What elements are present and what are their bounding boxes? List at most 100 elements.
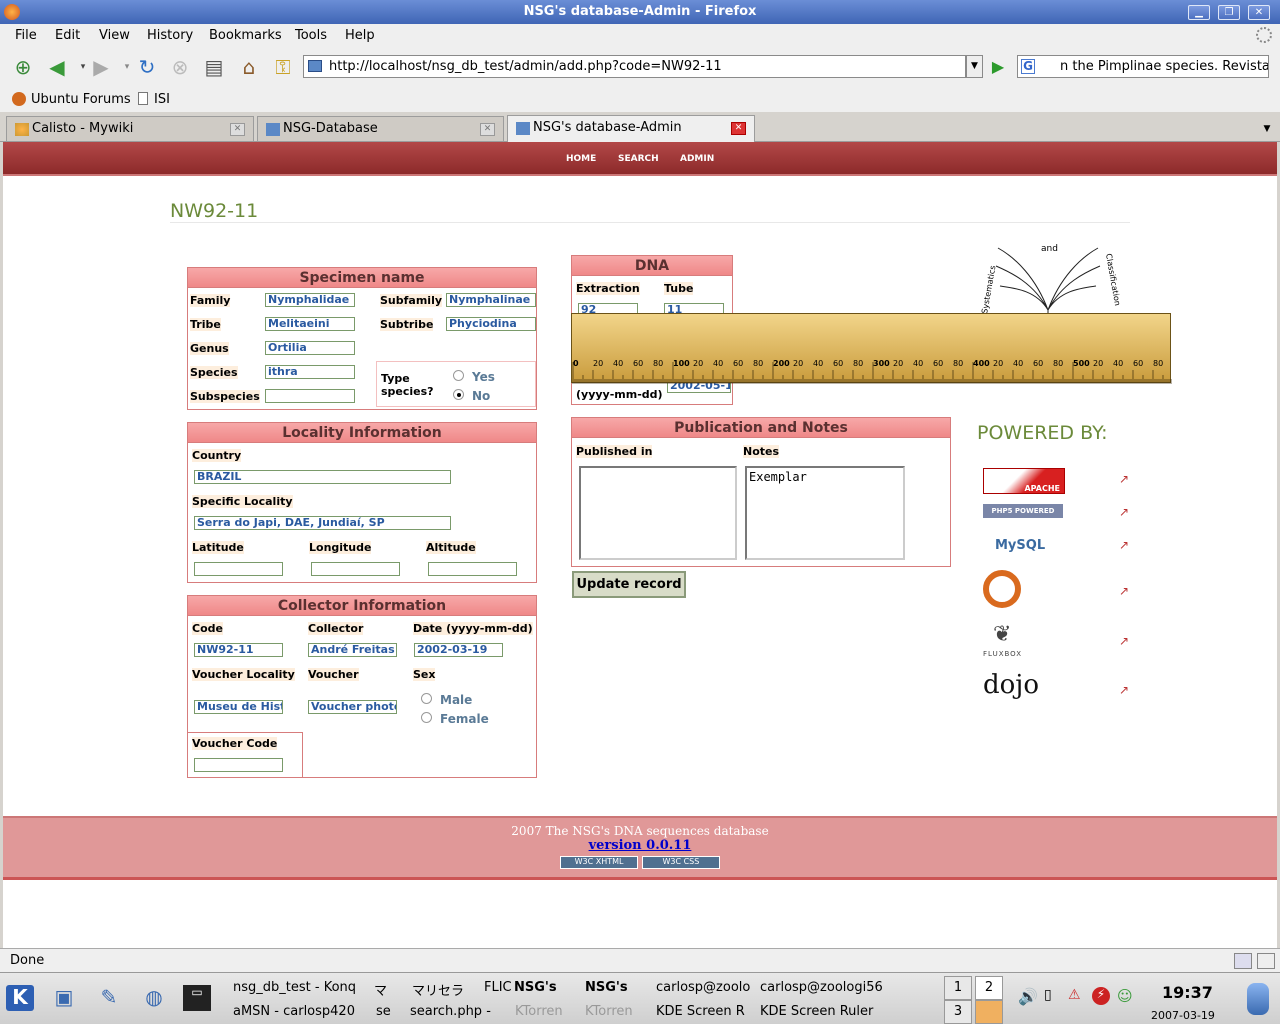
volume-icon[interactable]: 🔊 <box>1018 987 1038 1006</box>
page-info-icon[interactable] <box>1234 953 1252 969</box>
species-field[interactable]: ithra <box>265 365 355 379</box>
menu-help[interactable]: Help <box>345 28 375 43</box>
desktop-1[interactable]: 1 <box>944 976 972 1000</box>
voucher-locality-field[interactable]: Museu de Histó <box>194 700 283 714</box>
task-ktorrent-2[interactable]: KTorren <box>585 1004 633 1019</box>
task-search-php[interactable]: search.php - <box>410 1004 491 1019</box>
close-tab-icon[interactable]: ✕ <box>480 123 495 136</box>
family-field[interactable]: Nymphalidae <box>265 293 355 307</box>
url-dropdown-icon[interactable]: ▼ <box>966 55 983 78</box>
nav-admin-link[interactable]: ADMIN <box>680 154 714 164</box>
home-icon[interactable]: ⌂ <box>236 54 262 80</box>
external-link-icon[interactable]: ↗ <box>1119 584 1129 598</box>
collector-field[interactable]: André Freitas <box>308 643 397 657</box>
desktop-3[interactable]: 3 <box>944 1000 972 1024</box>
sex-male-radio[interactable] <box>421 693 432 704</box>
external-link-icon[interactable]: ↗ <box>1119 683 1129 697</box>
sex-female-radio[interactable] <box>421 712 432 723</box>
resize-icon[interactable] <box>1257 953 1275 969</box>
external-link-icon[interactable]: ↗ <box>1119 505 1129 519</box>
task-nsg-1[interactable]: NSG's <box>514 980 557 995</box>
task-nsg-2[interactable]: NSG's <box>585 980 628 995</box>
klipper-icon[interactable]: ▯ <box>1044 987 1052 1003</box>
kde-screen-ruler[interactable]: 0 20 40 60 80 100 20 40 60 80 200 20 40 60 80 300 20 40 60… <box>571 313 1172 384</box>
desktop-4[interactable] <box>975 1000 1003 1024</box>
menu-history[interactable]: History <box>147 28 193 43</box>
menu-bookmarks[interactable]: Bookmarks <box>209 28 282 43</box>
task-se[interactable]: se <box>376 1004 391 1019</box>
bookmark-isi[interactable]: ISI <box>154 92 170 107</box>
type-yes-radio[interactable] <box>453 370 464 381</box>
konqueror-icon[interactable]: ◍ <box>140 985 168 1011</box>
google-icon[interactable]: G <box>1021 59 1035 74</box>
search-input[interactable]: n the Pimplinae species. Revista <box>1017 55 1269 78</box>
close-tab-icon[interactable]: ✕ <box>230 123 245 136</box>
back-icon[interactable]: ◀ <box>44 54 70 80</box>
clock-time[interactable]: 19:37 <box>1162 983 1213 1002</box>
tab-nsg-database[interactable]: NSG-Database ✕ <box>257 116 504 141</box>
task-flic[interactable]: FLIC <box>484 980 512 995</box>
stop-icon[interactable]: ⊗ <box>167 54 193 80</box>
update-record-button[interactable]: Update record <box>572 571 686 598</box>
go-icon[interactable]: ▶ <box>987 55 1009 78</box>
genus-field[interactable]: Ortilia <box>265 341 355 355</box>
maximize-icon[interactable]: ❐ <box>1218 5 1240 20</box>
nav-search-link[interactable]: SEARCH <box>618 154 659 164</box>
network-icon[interactable]: ⚡ <box>1092 987 1110 1005</box>
desktop-2[interactable]: 2 <box>975 976 1003 1000</box>
menu-edit[interactable]: Edit <box>55 28 80 43</box>
task-kruler-2[interactable]: KDE Screen Ruler <box>760 1004 873 1019</box>
task-kruler-1[interactable]: KDE Screen R <box>656 1004 745 1019</box>
subtribe-field[interactable]: Phyciodina <box>446 317 536 331</box>
minimize-icon[interactable]: ▁ <box>1188 5 1210 20</box>
print-icon[interactable]: ▤ <box>201 54 227 80</box>
voucher-field[interactable]: Voucher photo <box>308 700 397 714</box>
task-terminal-2[interactable]: carlosp@zoologi56 <box>760 980 883 995</box>
tab-list-icon[interactable]: ▼ <box>1258 120 1276 138</box>
w3c-css-badge[interactable]: W3C CSS <box>641 856 720 869</box>
type-no-radio[interactable] <box>453 389 464 400</box>
voucher-code-field[interactable] <box>194 758 283 772</box>
tab-nsg-admin[interactable]: NSG's database-Admin ✕ <box>507 115 755 142</box>
task-marisera[interactable]: マリセラ <box>412 980 464 999</box>
published-in-textarea[interactable] <box>579 466 737 560</box>
code-field[interactable]: NW92-11 <box>194 643 283 657</box>
collect-date-field[interactable]: 2002-03-19 <box>414 643 503 657</box>
key-icon[interactable]: ⚿ <box>270 54 296 80</box>
reload-icon[interactable]: ↻ <box>134 54 160 80</box>
subspecies-field[interactable] <box>265 389 355 403</box>
country-field[interactable]: BRAZIL <box>194 470 451 484</box>
external-link-icon[interactable]: ↗ <box>1119 538 1129 552</box>
task-ma1[interactable]: マ <box>374 980 387 999</box>
forward-icon[interactable]: ▶ <box>88 54 114 80</box>
kde-menu-icon[interactable]: K <box>6 985 34 1011</box>
longitude-field[interactable] <box>311 562 400 576</box>
user-icon[interactable]: ☺ <box>1117 987 1133 1005</box>
home-folder-icon[interactable]: ✎ <box>95 985 123 1011</box>
url-input[interactable]: http://localhost/nsg_db_test/admin/add.p… <box>303 55 966 78</box>
tribe-field[interactable]: Melitaeini <box>265 317 355 331</box>
external-link-icon[interactable]: ↗ <box>1119 634 1129 648</box>
task-terminal-1[interactable]: carlosp@zoolo <box>656 980 750 995</box>
close-icon[interactable]: ✕ <box>1248 5 1270 20</box>
external-link-icon[interactable]: ↗ <box>1119 472 1129 486</box>
terminal-icon[interactable]: ▭ <box>183 985 211 1011</box>
desktop-icon[interactable]: ▣ <box>50 985 78 1011</box>
w3c-xhtml-badge[interactable]: W3C XHTML <box>560 856 639 869</box>
bookmark-ubuntu-forums[interactable]: Ubuntu Forums <box>31 92 131 107</box>
tab-calisto[interactable]: Calisto - Mywiki ✕ <box>6 116 254 141</box>
menu-file[interactable]: File <box>15 28 37 43</box>
warning-icon[interactable]: ⚠ <box>1068 987 1081 1003</box>
menu-view[interactable]: View <box>99 28 130 43</box>
close-tab-icon[interactable]: ✕ <box>731 122 746 135</box>
task-konqueror[interactable]: nsg_db_test - Konq <box>233 980 356 995</box>
latitude-field[interactable] <box>194 562 283 576</box>
version-link[interactable]: version 0.0.11 <box>3 838 1277 853</box>
task-ktorrent-1[interactable]: KTorren <box>515 1004 563 1019</box>
menu-tools[interactable]: Tools <box>295 28 327 43</box>
altitude-field[interactable] <box>428 562 517 576</box>
new-tab-icon[interactable]: ⊕ <box>10 54 36 80</box>
subfamily-field[interactable]: Nymphalinae <box>446 293 536 307</box>
notes-textarea[interactable]: Exemplar <box>745 466 905 560</box>
specific-locality-field[interactable]: Serra do Japi, DAE, Jundiaí, SP <box>194 516 451 530</box>
